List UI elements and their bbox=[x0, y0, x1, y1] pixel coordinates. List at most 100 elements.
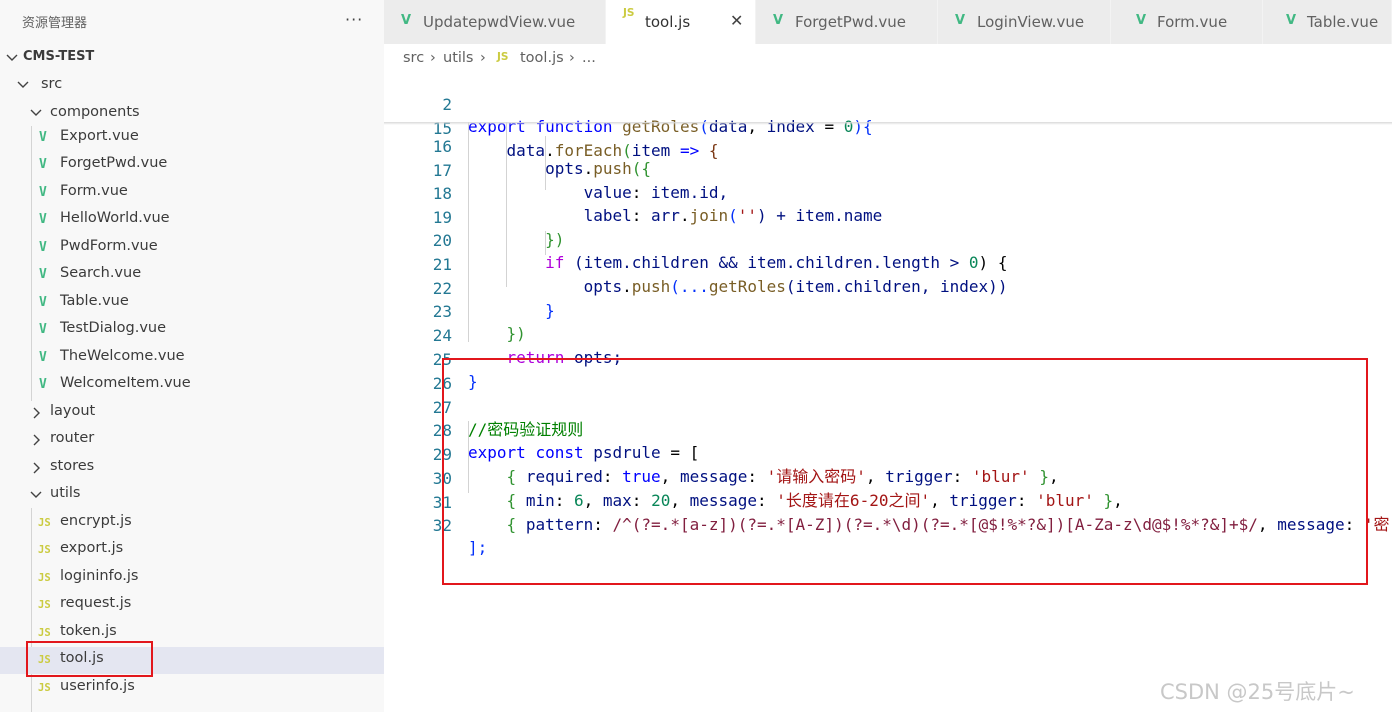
tab-label: Table.vue bbox=[1307, 13, 1379, 31]
file-label: TheWelcome.vue bbox=[60, 348, 185, 364]
file-label: encrypt.js bbox=[60, 513, 132, 529]
code-line: 21 opts.push(...getRoles(item.children, … bbox=[384, 232, 1392, 296]
folder-label: src bbox=[41, 76, 63, 92]
breadcrumb-utils[interactable]: utils bbox=[443, 50, 474, 66]
explorer-header: 资源管理器 ··· bbox=[0, 0, 384, 44]
vue-file-icon: V bbox=[39, 322, 47, 337]
file-item[interactable]: V PwdForm.vue bbox=[0, 235, 384, 262]
explorer-sidebar: 资源管理器 ··· CMS-TEST src components V Expor… bbox=[0, 0, 384, 712]
breadcrumb-separator: › bbox=[480, 50, 486, 66]
file-label: Search.vue bbox=[60, 265, 142, 281]
tab-tool-js[interactable]: JS tool.js ✕ bbox=[606, 0, 756, 44]
vue-file-icon: V bbox=[39, 267, 47, 282]
vue-file-icon: V bbox=[773, 13, 784, 28]
file-item[interactable]: JS logininfo.js bbox=[0, 565, 384, 592]
chevron-down-icon bbox=[17, 81, 29, 88]
vue-file-icon: V bbox=[39, 212, 47, 227]
tab-label: Form.vue bbox=[1157, 13, 1228, 31]
js-file-icon: JS bbox=[497, 51, 509, 63]
tab-forgetpwd[interactable]: V ForgetPwd.vue bbox=[756, 0, 938, 44]
folder-components[interactable]: components bbox=[0, 99, 384, 126]
file-item[interactable]: V Export.vue bbox=[0, 125, 384, 152]
file-item[interactable]: V WelcomeItem.vue bbox=[0, 372, 384, 399]
file-item[interactable]: V ForgetPwd.vue bbox=[0, 152, 384, 179]
code-line: 19 }) bbox=[384, 185, 1392, 249]
js-file-icon: JS bbox=[38, 517, 51, 529]
tab-label: UpdatepwdView.vue bbox=[423, 13, 576, 31]
file-label: Table.vue bbox=[60, 293, 129, 309]
js-file-icon: JS bbox=[623, 7, 635, 19]
chevron-down-icon bbox=[30, 109, 42, 116]
project-name: CMS-TEST bbox=[23, 49, 95, 64]
file-item[interactable]: JS export.js bbox=[0, 537, 384, 564]
sticky-shadow bbox=[384, 122, 1392, 125]
file-label: export.js bbox=[60, 540, 124, 556]
folder-label: components bbox=[50, 104, 140, 120]
folder-utils[interactable]: utils bbox=[0, 482, 384, 509]
folder-router[interactable]: router bbox=[0, 427, 384, 454]
tab-label: ForgetPwd.vue bbox=[795, 13, 907, 31]
tab-label: LoginView.vue bbox=[977, 13, 1085, 31]
folder-label: stores bbox=[50, 458, 95, 474]
breadcrumb-separator: › bbox=[569, 50, 575, 66]
folder-layout[interactable]: layout bbox=[0, 400, 384, 427]
folder-stores[interactable]: stores bbox=[0, 455, 384, 482]
close-icon[interactable]: ✕ bbox=[730, 11, 743, 30]
tab-loginview[interactable]: V LoginView.vue bbox=[938, 0, 1111, 44]
file-label: Export.vue bbox=[60, 128, 139, 144]
file-item[interactable]: JS request.js bbox=[0, 592, 384, 619]
code-line: 2 export function getRoles(data, index =… bbox=[384, 72, 1392, 136]
file-item[interactable]: V Table.vue bbox=[0, 290, 384, 317]
vue-file-icon: V bbox=[1136, 13, 1147, 28]
project-root[interactable]: CMS-TEST bbox=[0, 44, 384, 71]
folder-label: utils bbox=[50, 485, 81, 501]
breadcrumb-src[interactable]: src bbox=[403, 50, 424, 66]
vue-file-icon: V bbox=[39, 130, 47, 145]
file-item[interactable]: JS encrypt.js bbox=[0, 510, 384, 537]
js-file-icon: JS bbox=[38, 572, 51, 584]
file-item[interactable]: JS userinfo.js bbox=[0, 675, 384, 702]
tab-table[interactable]: V Table.vue bbox=[1263, 0, 1392, 44]
code-line: 17 value: item.id, bbox=[384, 138, 1392, 202]
file-item[interactable]: V HelloWorld.vue bbox=[0, 207, 384, 234]
vue-file-icon: V bbox=[39, 185, 47, 200]
tab-form[interactable]: V Form.vue bbox=[1111, 0, 1263, 44]
vue-file-icon: V bbox=[39, 157, 47, 172]
file-label: request.js bbox=[60, 595, 132, 611]
code-line: 15 data.forEach(item => { bbox=[384, 96, 1392, 160]
file-label: Form.vue bbox=[60, 183, 128, 199]
code-line: 18 label: arr.join('') + item.name bbox=[384, 161, 1392, 225]
breadcrumb-more[interactable]: ... bbox=[582, 50, 596, 66]
file-label: TestDialog.vue bbox=[60, 320, 167, 336]
breadcrumb: src › utils › JS tool.js › ... bbox=[384, 44, 1392, 72]
file-label: token.js bbox=[60, 623, 117, 639]
js-file-icon: JS bbox=[38, 544, 51, 556]
code-line: 22 } bbox=[384, 256, 1392, 320]
watermark: CSDN @25号底片~ bbox=[1160, 680, 1355, 704]
vue-file-icon: V bbox=[1286, 13, 1297, 28]
vue-file-icon: V bbox=[955, 13, 966, 28]
vue-file-icon: V bbox=[401, 13, 412, 28]
highlight-box-file bbox=[26, 641, 153, 677]
folder-label: router bbox=[50, 430, 95, 446]
chevron-right-icon bbox=[33, 462, 40, 474]
file-label: WelcomeItem.vue bbox=[60, 375, 191, 391]
file-item[interactable]: V TheWelcome.vue bbox=[0, 345, 384, 372]
folder-label: layout bbox=[50, 403, 96, 419]
js-file-icon: JS bbox=[38, 599, 51, 611]
tab-label: tool.js bbox=[645, 13, 691, 31]
more-actions-icon[interactable]: ··· bbox=[345, 10, 363, 29]
breadcrumb-file[interactable]: tool.js bbox=[520, 50, 564, 66]
file-label: logininfo.js bbox=[60, 568, 139, 584]
chevron-down-icon bbox=[6, 54, 18, 61]
tab-updatepwdview[interactable]: V UpdatepwdView.vue bbox=[384, 0, 606, 44]
chevron-down-icon bbox=[30, 491, 42, 498]
file-item[interactable]: V Search.vue bbox=[0, 262, 384, 289]
file-item[interactable]: V Form.vue bbox=[0, 180, 384, 207]
chevron-right-icon bbox=[33, 434, 40, 446]
file-label: ForgetPwd.vue bbox=[60, 155, 168, 171]
folder-src[interactable]: src bbox=[0, 71, 384, 98]
breadcrumb-separator: › bbox=[430, 50, 436, 66]
file-item[interactable]: V TestDialog.vue bbox=[0, 317, 384, 344]
file-label: HelloWorld.vue bbox=[60, 210, 170, 226]
